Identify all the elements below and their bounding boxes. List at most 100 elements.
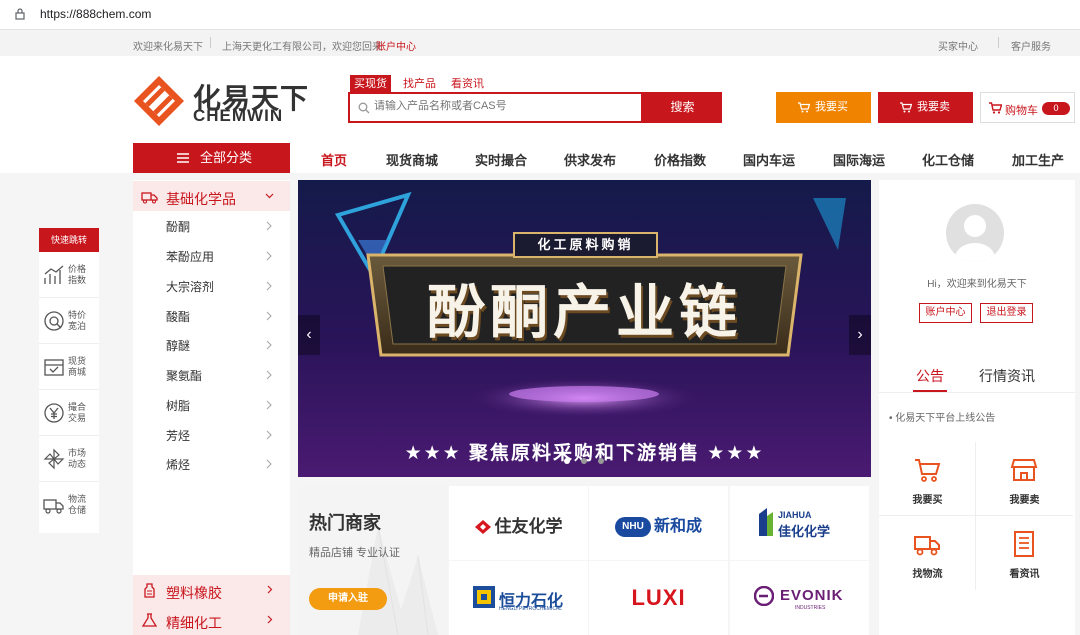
merchant-logo-luxi[interactable]: LUXI bbox=[589, 561, 728, 635]
quick-jump-store[interactable]: 现货商城 bbox=[39, 344, 99, 390]
banner-prev-arrow[interactable]: ‹ bbox=[298, 315, 320, 355]
category-basic-chemicals[interactable]: 基础化学品 bbox=[133, 181, 290, 211]
nav-spot-mall[interactable]: 现货商城 bbox=[386, 150, 438, 169]
search-input[interactable] bbox=[374, 100, 634, 112]
search-tab-product[interactable]: 找产品 bbox=[399, 75, 440, 93]
merchant-name: NHU 新和成 bbox=[589, 512, 728, 537]
company-greeting: 上海天更化工有限公司，欢迎您回来 bbox=[222, 42, 382, 53]
quick-jump-label: 特价宽泊 bbox=[68, 310, 87, 331]
want-sell-button[interactable]: 我要卖 bbox=[878, 92, 973, 123]
nav-processing[interactable]: 加工生产 bbox=[1012, 150, 1064, 169]
hot-merchants-title: 热门商家 bbox=[309, 513, 381, 533]
shop-icon bbox=[1010, 459, 1038, 481]
subcategory-acid-ester[interactable]: 酸酯 bbox=[166, 308, 190, 325]
action-read-news[interactable]: 看资讯 bbox=[976, 516, 1073, 590]
welcome-text: 欢迎来化易天下 bbox=[133, 42, 203, 53]
subcategory-phenol-ketone[interactable]: 酚酮 bbox=[166, 218, 190, 235]
search-tab-spot[interactable]: 买现货 bbox=[350, 75, 391, 93]
tab-announcements[interactable]: 公告 bbox=[916, 366, 944, 386]
logout-button[interactable]: 退出登录 bbox=[980, 303, 1033, 323]
subcategory-bulk-solvents[interactable]: 大宗溶剂 bbox=[166, 278, 214, 295]
nav-home[interactable]: 首页 bbox=[321, 150, 347, 169]
bottle-icon bbox=[144, 583, 155, 598]
lock-icon bbox=[15, 8, 25, 20]
account-center-link[interactable]: 账户中心 bbox=[376, 38, 416, 53]
announcement-text: 化易天下平台上线公告 bbox=[895, 413, 996, 424]
subcategory-polyurethane[interactable]: 聚氨酯 bbox=[166, 367, 202, 384]
merchant-logo-hengli[interactable]: 恒力石化 HENGLI PETROCHEMICAL bbox=[449, 561, 588, 635]
nav-international-shipping[interactable]: 国际海运 bbox=[833, 150, 885, 169]
buyer-center-menu[interactable]: 买家中心 bbox=[938, 38, 978, 53]
subcategory-olefins[interactable]: 烯烃 bbox=[166, 456, 190, 473]
browser-address-bar[interactable]: https://888chem.com bbox=[0, 0, 1080, 30]
cart-icon bbox=[798, 102, 810, 113]
logo-english-text[interactable]: CHEMWIN bbox=[193, 106, 283, 126]
nav-warehousing[interactable]: 化工仓储 bbox=[922, 150, 974, 169]
banner-dot-active[interactable] bbox=[564, 458, 570, 464]
evonik-logo-icon bbox=[754, 586, 774, 606]
action-label: 找物流 bbox=[912, 569, 943, 580]
chevron-right-icon bbox=[266, 459, 272, 469]
announcement-item[interactable]: • 化易天下平台上线公告 bbox=[889, 409, 995, 424]
merchant-logo-sumitomo[interactable]: 住友化学 bbox=[449, 486, 588, 560]
divider bbox=[879, 392, 1075, 393]
quick-jump-label: 价格指数 bbox=[68, 264, 87, 285]
banner-dot[interactable] bbox=[581, 458, 587, 464]
hero-banner[interactable]: 化工原料购销 酚酮产业链 ★★★ 聚焦原料采购和下游销售 ★★★ ‹ › bbox=[298, 180, 871, 477]
merchant-logo-jiahua[interactable]: JIAHUA 佳化化学 bbox=[730, 486, 869, 560]
divider bbox=[998, 37, 999, 48]
action-find-logistics[interactable]: 找物流 bbox=[879, 516, 976, 590]
newspaper-icon bbox=[1014, 531, 1034, 557]
sumitomo-logo-icon bbox=[474, 520, 491, 534]
truck-icon bbox=[914, 536, 940, 556]
banner-tag: 化工原料购销 bbox=[513, 232, 658, 258]
nav-supply-demand[interactable]: 供求发布 bbox=[564, 150, 616, 169]
quick-jump-logistics[interactable]: 物流仓储 bbox=[39, 482, 99, 528]
action-want-sell[interactable]: 我要卖 bbox=[976, 442, 1073, 516]
category-fine-chemicals[interactable]: 精细化工 bbox=[133, 605, 290, 635]
chemwin-logo-icon[interactable] bbox=[133, 75, 185, 127]
action-want-buy[interactable]: 我要买 bbox=[879, 442, 976, 516]
tab-market-news[interactable]: 行情资讯 bbox=[979, 366, 1035, 386]
user-avatar-icon bbox=[955, 215, 995, 262]
quick-jump-market[interactable]: 市场动态 bbox=[39, 436, 99, 482]
search-button[interactable]: 搜索 bbox=[643, 92, 722, 123]
nav-matching[interactable]: 实时撮合 bbox=[475, 150, 527, 169]
apply-to-join-button[interactable]: 申请入驻 bbox=[309, 588, 387, 610]
search-box bbox=[348, 92, 643, 123]
subcategory-aromatics[interactable]: 芳烃 bbox=[166, 427, 190, 444]
all-categories-button[interactable]: 全部分类 bbox=[133, 143, 290, 173]
cart-label: 购物车 bbox=[1005, 105, 1038, 117]
url-text[interactable]: https://888chem.com bbox=[40, 7, 151, 21]
subcategory-phenol-application[interactable]: 苯酚应用 bbox=[166, 248, 214, 265]
nav-domestic-transport[interactable]: 国内车运 bbox=[743, 150, 795, 169]
jiahua-english: JIAHUA bbox=[778, 510, 812, 520]
chevron-right-icon bbox=[267, 615, 273, 624]
top-strip: 欢迎来化易天下 上海天更化工有限公司，欢迎您回来 账户中心 买家中心 客户服务 bbox=[0, 30, 1080, 76]
search-tab-news[interactable]: 看资讯 bbox=[447, 75, 488, 93]
quick-jump-price-index[interactable]: 价格指数 bbox=[39, 252, 99, 298]
quick-jump-matching[interactable]: 撮合交易 bbox=[39, 390, 99, 436]
banner-next-arrow[interactable]: › bbox=[849, 315, 871, 355]
subcategory-resin[interactable]: 树脂 bbox=[166, 397, 190, 414]
hengli-logo-icon bbox=[473, 586, 495, 608]
nav-price-index[interactable]: 价格指数 bbox=[654, 150, 706, 169]
merchant-logo-nhu[interactable]: NHU 新和成 bbox=[589, 486, 728, 560]
banner-dot[interactable] bbox=[598, 458, 604, 464]
customer-service-menu[interactable]: 客户服务 bbox=[1011, 38, 1051, 53]
merchant-name: 住友化学 bbox=[449, 512, 588, 537]
category-plastics-rubber[interactable]: 塑料橡胶 bbox=[133, 575, 290, 605]
merchant-logo-evonik[interactable]: EVONIK INDUSTRIES bbox=[730, 561, 869, 635]
shopping-cart-button[interactable]: 购物车 0 bbox=[980, 92, 1075, 123]
quick-jump-discount[interactable]: 特价宽泊 bbox=[39, 298, 99, 344]
chevron-right-icon bbox=[266, 430, 272, 440]
shopping-cart-icon bbox=[989, 102, 1002, 114]
action-label: 我要买 bbox=[912, 495, 943, 506]
chevron-right-icon bbox=[266, 251, 272, 261]
account-center-button[interactable]: 账户中心 bbox=[919, 303, 972, 323]
quick-jump-label: 现货商城 bbox=[68, 356, 87, 377]
avatar[interactable] bbox=[946, 204, 1004, 262]
want-buy-button[interactable]: 我要买 bbox=[776, 92, 871, 123]
subcategory-alcohol-ether[interactable]: 醇醚 bbox=[166, 337, 190, 354]
chart-icon bbox=[44, 265, 64, 284]
